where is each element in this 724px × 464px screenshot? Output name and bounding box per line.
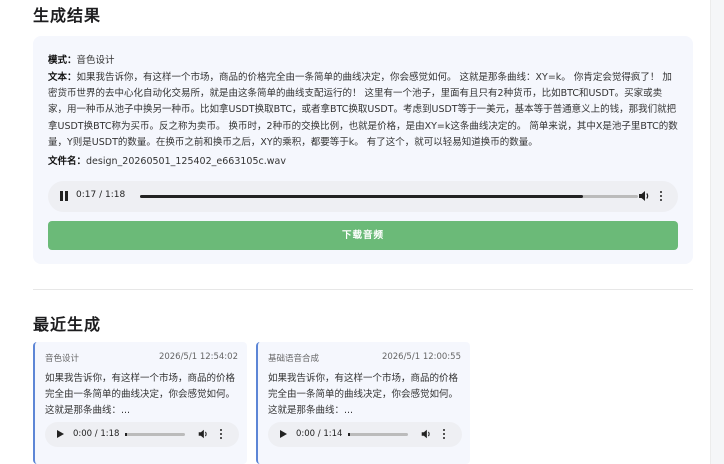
recent-item-type: 基础语音合成 <box>268 354 320 364</box>
seek-bar[interactable] <box>140 195 638 198</box>
volume-icon[interactable] <box>637 189 651 203</box>
result-card: 模式：音色设计 文本：如果我告诉你，有这样一个市场，商品的价格完全由一条简单的曲… <box>33 36 693 264</box>
seek-bar-progress <box>348 433 350 436</box>
recent-heading: 最近生成 <box>33 315 102 334</box>
recent-item-audio-player: 0:00 / 1:14 <box>268 422 462 447</box>
result-heading: 生成结果 <box>33 6 102 25</box>
more-options-icon[interactable] <box>657 189 665 203</box>
download-audio-button[interactable]: 下载音频 <box>48 221 678 250</box>
recent-item-timestamp: 2026/5/1 12:54:02 <box>158 352 238 362</box>
pause-icon[interactable] <box>58 190 71 203</box>
recent-item: 基础语音合成 2026/5/1 12:00:55 如果我告诉你，有这样一个市场，… <box>256 342 470 464</box>
play-icon[interactable] <box>57 430 64 438</box>
filename-label: 文件名： <box>48 156 87 167</box>
recent-item-audio-player: 0:00 / 1:18 <box>45 422 239 447</box>
volume-icon[interactable] <box>197 428 209 440</box>
seek-bar-progress <box>140 195 584 198</box>
scrollbar-track[interactable] <box>710 0 724 464</box>
recent-item-type: 音色设计 <box>45 354 80 364</box>
recent-item-timestamp: 2026/5/1 12:00:55 <box>381 352 461 362</box>
volume-icon[interactable] <box>420 428 432 440</box>
more-options-icon[interactable] <box>440 428 448 441</box>
play-icon[interactable] <box>280 430 287 438</box>
recent-item: 音色设计 2026/5/1 12:54:02 如果我告诉你，有这样一个市场，商品… <box>33 342 247 464</box>
player-time: 0:00 / 1:18 <box>73 429 120 439</box>
player-time: 0:00 / 1:14 <box>296 429 343 439</box>
section-divider <box>33 289 693 290</box>
seek-bar[interactable] <box>125 433 185 436</box>
mode-label: 模式： <box>48 55 77 66</box>
seek-bar-progress <box>125 433 127 436</box>
more-options-icon[interactable] <box>217 428 225 441</box>
recent-item-preview: 如果我告诉你，有这样一个市场，商品的价格完全由一条简单的曲线决定，你会感觉如何。… <box>268 373 459 416</box>
mode-value: 音色设计 <box>76 55 115 66</box>
text-label: 文本： <box>48 72 77 83</box>
filename-line: 文件名：design_20260501_125402_e663105c.wav <box>48 153 286 167</box>
filename-value: design_20260501_125402_e663105c.wav <box>86 156 286 167</box>
text-value: 如果我告诉你，有这样一个市场，商品的价格完全由一条简单的曲线决定，你会感觉如何。… <box>48 72 678 148</box>
mode-line: 模式：音色设计 <box>48 52 115 66</box>
text-line: 文本：如果我告诉你，有这样一个市场，商品的价格完全由一条简单的曲线决定，你会感觉… <box>48 70 680 151</box>
audio-player: 0:17 / 1:18 <box>48 181 678 212</box>
recent-item-preview: 如果我告诉你，有这样一个市场，商品的价格完全由一条简单的曲线决定，你会感觉如何。… <box>45 373 236 416</box>
player-time: 0:17 / 1:18 <box>76 190 126 200</box>
seek-bar[interactable] <box>348 433 408 436</box>
page: 生成结果 模式：音色设计 文本：如果我告诉你，有这样一个市场，商品的价格完全由一… <box>0 0 724 464</box>
